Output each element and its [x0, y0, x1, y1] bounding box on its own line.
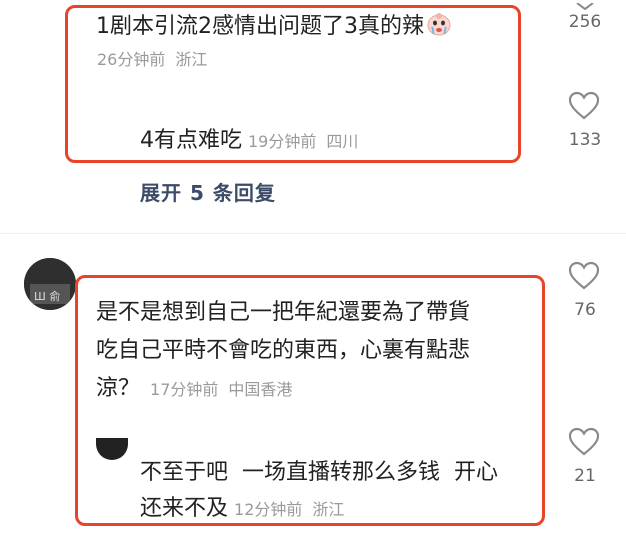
- location: 浙江: [175, 50, 208, 69]
- heart-icon[interactable]: [568, 91, 600, 121]
- timestamp: 26分钟前: [97, 50, 166, 69]
- location: 浙江: [312, 500, 345, 519]
- heart-icon-partial[interactable]: [575, 0, 595, 11]
- like-count: 21: [574, 466, 596, 486]
- crying-face-emoji-icon: [426, 12, 452, 47]
- svg-text:Ш 俞: Ш 俞: [34, 289, 60, 303]
- location: 中国香港: [228, 380, 293, 399]
- timestamp: 17分钟前: [150, 380, 219, 399]
- heart-icon[interactable]: [568, 261, 600, 291]
- like-count: 256: [568, 12, 602, 32]
- location: 四川: [326, 132, 359, 151]
- comment-text: 是不是想到自己一把年紀還要為了帶貨 吃自己平時不會吃的東西，心裏有點悲 涼？ 17…: [96, 300, 471, 401]
- avatar[interactable]: Ш 俞: [24, 258, 76, 310]
- timestamp: 19分钟前: [248, 132, 317, 151]
- reply-text: 4有点难吃 19分钟前 四川: [140, 128, 359, 153]
- expand-replies-link[interactable]: 展开 5 条回复: [140, 177, 276, 206]
- comment-meta: 26分钟前 浙江: [97, 46, 207, 70]
- reply-text: 不至于吧 一场直播转那么多钱 开心 还来不及 12分钟前 浙江: [140, 460, 498, 521]
- comment-text: 1剧本引流2感情出问题了3真的辣: [96, 10, 452, 47]
- avatar-partial-top[interactable]: [28, 0, 68, 8]
- heart-icon[interactable]: [568, 427, 600, 457]
- like-count: 133: [568, 130, 602, 150]
- divider: [0, 233, 626, 234]
- like-count: 76: [574, 300, 596, 320]
- timestamp: 12分钟前: [234, 500, 303, 519]
